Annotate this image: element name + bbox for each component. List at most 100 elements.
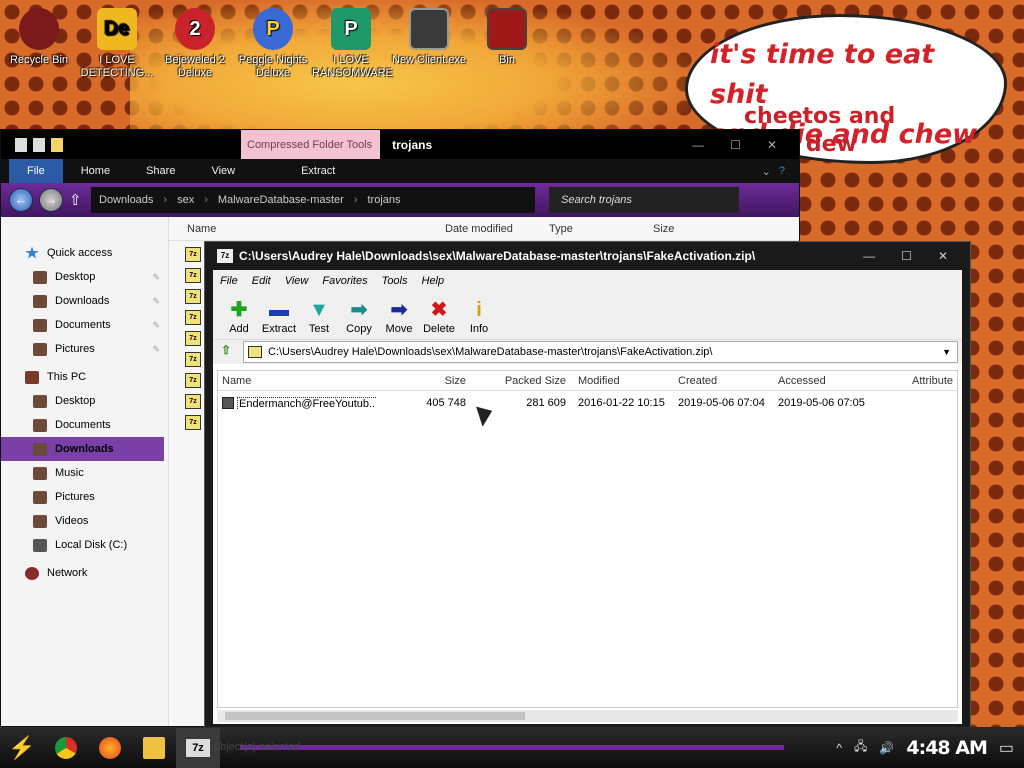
new-folder-icon[interactable]	[51, 137, 63, 152]
menu-file[interactable]: File	[213, 275, 245, 287]
nav-qa-downloads[interactable]: Downloads ✎	[1, 289, 168, 313]
notification-icon[interactable]: ▭	[999, 738, 1014, 758]
tab-share[interactable]: Share	[128, 159, 193, 183]
properties-icon[interactable]	[15, 137, 27, 152]
move-button[interactable]: ➡ Move	[379, 299, 419, 339]
zip-file-icon[interactable]: 7z	[185, 310, 201, 325]
nav-network[interactable]: Network	[1, 561, 168, 585]
nav-qa-documents[interactable]: Documents ✎	[1, 313, 168, 337]
back-button[interactable]: ←	[9, 188, 33, 212]
zip-file-icon[interactable]: 7z	[185, 268, 201, 283]
nav-qa-desktop[interactable]: Desktop ✎	[1, 265, 168, 289]
column-name[interactable]: Name	[169, 223, 427, 235]
pin-icon[interactable]: ✎	[152, 320, 160, 331]
search-input[interactable]: Search trojans	[549, 187, 739, 213]
taskbar-file-explorer[interactable]	[132, 728, 176, 768]
desktop-icon-bin[interactable]: Bin	[468, 8, 546, 67]
desktop-icon-new-client[interactable]: New Client.exe	[390, 8, 468, 67]
column-packed-size[interactable]: Packed Size	[472, 375, 572, 387]
copy-button[interactable]: ➡ Copy	[339, 299, 379, 339]
zip-file-icon[interactable]: 7z	[185, 373, 201, 388]
menu-edit[interactable]: Edit	[245, 275, 278, 287]
chevron-down-icon[interactable]: ▼	[942, 347, 957, 357]
column-accessed[interactable]: Accessed	[772, 375, 872, 387]
tab-extract[interactable]: Extract	[253, 159, 355, 183]
zip-file-icon[interactable]: 7z	[185, 331, 201, 346]
crumb-trojans[interactable]: trojans	[368, 194, 401, 206]
nav-pc-videos[interactable]: Videos	[1, 509, 168, 533]
close-icon[interactable]: ✕	[938, 249, 948, 263]
tab-file[interactable]: File	[9, 159, 63, 183]
column-modified[interactable]: Modified	[572, 375, 672, 387]
chevron-down-icon[interactable]: ⌄	[762, 165, 779, 178]
desktop-icon-ransomware[interactable]: P I LOVE RANSOMWARE	[312, 8, 393, 80]
nav-quick-access[interactable]: Quick access	[1, 241, 168, 265]
column-size[interactable]: Size	[376, 375, 472, 387]
forward-button[interactable]: →	[39, 188, 63, 212]
close-icon[interactable]: ✕	[767, 138, 777, 152]
pin-icon[interactable]: ✎	[152, 296, 160, 307]
table-row[interactable]: Endermanch@FreeYoutub... 405 748 281 609…	[218, 393, 957, 413]
path-input[interactable]: C:\Users\Audrey Hale\Downloads\sex\Malwa…	[243, 341, 958, 363]
column-date-modified[interactable]: Date modified	[427, 223, 531, 235]
chevron-up-icon[interactable]: ^	[836, 741, 842, 755]
extract-button[interactable]: ▬ Extract	[259, 299, 299, 339]
nav-pc-pictures[interactable]: Pictures	[1, 485, 168, 509]
volume-icon[interactable]: 🔊	[879, 741, 894, 755]
compressed-folder-tools-tab[interactable]: Compressed Folder Tools	[241, 130, 381, 159]
column-created[interactable]: Created	[672, 375, 772, 387]
menu-favorites[interactable]: Favorites	[315, 275, 374, 287]
checkmark-icon[interactable]	[33, 137, 45, 152]
column-name[interactable]: Name	[218, 375, 376, 387]
add-button[interactable]: ✚ Add	[219, 299, 259, 339]
nav-pc-desktop[interactable]: Desktop	[1, 389, 168, 413]
crumb-sex[interactable]: sex	[177, 194, 194, 206]
delete-button[interactable]: ✖ Delete	[419, 299, 459, 339]
tab-view[interactable]: View	[193, 159, 253, 183]
zip-file-icon[interactable]: 7z	[185, 289, 201, 304]
crumb-malwaredatabase[interactable]: MalwareDatabase-master	[218, 194, 344, 206]
nav-this-pc[interactable]: This PC	[1, 365, 168, 389]
pin-icon[interactable]: ✎	[152, 272, 160, 283]
desktop-icon-peggle[interactable]: P Peggle Nights Deluxe	[234, 8, 312, 80]
desktop-icon-detecting[interactable]: De I LOVE DETECTING...	[78, 8, 156, 80]
column-attributes[interactable]: Attribute	[872, 375, 957, 387]
column-type[interactable]: Type	[531, 223, 635, 235]
test-button[interactable]: ▼ Test	[299, 299, 339, 339]
horizontal-scrollbar[interactable]	[217, 710, 958, 722]
start-button[interactable]: ⚡	[0, 728, 44, 768]
zip-file-icon[interactable]: 7z	[185, 247, 201, 262]
zip-file-icon[interactable]: 7z	[185, 394, 201, 409]
minimize-icon[interactable]: —	[692, 138, 704, 152]
up-arrow-icon[interactable]: ⇧	[69, 191, 85, 209]
info-button[interactable]: i Info	[459, 299, 499, 339]
tab-home[interactable]: Home	[63, 159, 128, 183]
menu-tools[interactable]: Tools	[375, 275, 415, 287]
up-folder-icon[interactable]: ⇧	[217, 343, 235, 361]
zip-file-icon[interactable]: 7z	[185, 352, 201, 367]
nav-pc-documents[interactable]: Documents	[1, 413, 168, 437]
taskbar-firefox[interactable]	[88, 728, 132, 768]
menu-help[interactable]: Help	[415, 275, 452, 287]
address-bar[interactable]: Downloads › sex › MalwareDatabase-master › …	[91, 187, 535, 213]
help-icon[interactable]: ?	[779, 165, 799, 177]
clock[interactable]: 4:48 AM	[906, 737, 987, 759]
menu-view[interactable]: View	[278, 275, 316, 287]
table-header: Name Size Packed Size Modified Created A…	[218, 371, 957, 391]
network-status-icon[interactable]: 🖧	[854, 737, 867, 758]
nav-qa-pictures[interactable]: Pictures ✎	[1, 337, 168, 361]
maximize-icon[interactable]: ☐	[901, 249, 912, 263]
scrollbar-thumb[interactable]	[225, 712, 525, 720]
desktop-icon-bejeweled[interactable]: 2 Bejeweled 2 Deluxe	[156, 8, 234, 80]
desktop-icon-recycle-bin[interactable]: Recycle Bin	[0, 8, 78, 67]
nav-pc-local-disk[interactable]: Local Disk (C:)	[1, 533, 168, 557]
taskbar-chrome[interactable]	[44, 728, 88, 768]
maximize-icon[interactable]: ☐	[730, 138, 741, 152]
pin-icon[interactable]: ✎	[152, 344, 160, 355]
nav-pc-downloads[interactable]: Downloads	[1, 437, 164, 461]
zip-file-icon[interactable]: 7z	[185, 415, 201, 430]
minimize-icon[interactable]: —	[863, 249, 875, 263]
column-size[interactable]: Size	[635, 223, 715, 235]
crumb-downloads[interactable]: Downloads	[99, 194, 153, 206]
nav-pc-music[interactable]: Music	[1, 461, 168, 485]
